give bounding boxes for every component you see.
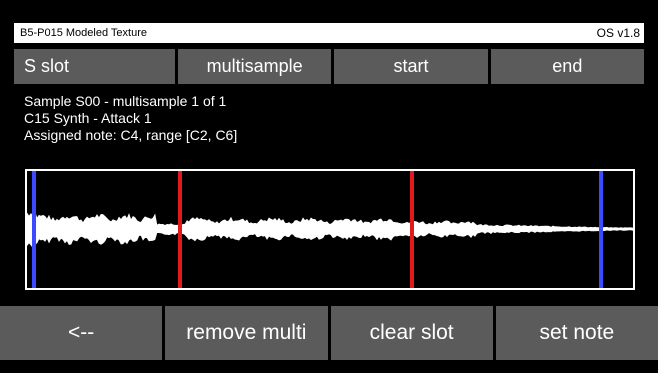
clear-slot-button[interactable]: clear slot — [330, 306, 493, 360]
waveform-svg — [27, 171, 633, 288]
bottom-buttons: <-- remove multi clear slot set note — [0, 306, 658, 360]
end-marker-blue[interactable] — [599, 171, 603, 288]
tab-s-slot[interactable]: S slot — [14, 49, 175, 84]
title-bar: B5-P015 Modeled Texture OS v1.8 — [14, 23, 644, 43]
tab-start[interactable]: start — [334, 49, 488, 84]
synth-line: C15 Synth - Attack 1 — [24, 110, 152, 126]
start-marker-red[interactable] — [178, 171, 182, 288]
tab-end[interactable]: end — [490, 49, 644, 84]
back-button[interactable]: <-- — [0, 306, 163, 360]
remove-multi-button[interactable]: remove multi — [165, 306, 328, 360]
os-version: OS v1.8 — [596, 26, 640, 40]
sample-info: Sample S00 - multisample 1 of 1 C15 Synt… — [24, 93, 237, 144]
note-line: Assigned note: C4, range [C2, C6] — [24, 127, 238, 143]
waveform-display[interactable] — [25, 169, 635, 290]
waveform-trace — [27, 211, 633, 249]
sample-line: Sample S00 - multisample 1 of 1 — [24, 93, 227, 109]
tab-multisample[interactable]: multisample — [178, 49, 332, 84]
preset-title: B5-P015 Modeled Texture — [20, 27, 147, 39]
end-marker-red[interactable] — [410, 171, 414, 288]
start-marker-blue[interactable] — [32, 171, 36, 288]
set-note-button[interactable]: set note — [495, 306, 658, 360]
tab-bar: S slot multisample start end — [14, 49, 644, 84]
